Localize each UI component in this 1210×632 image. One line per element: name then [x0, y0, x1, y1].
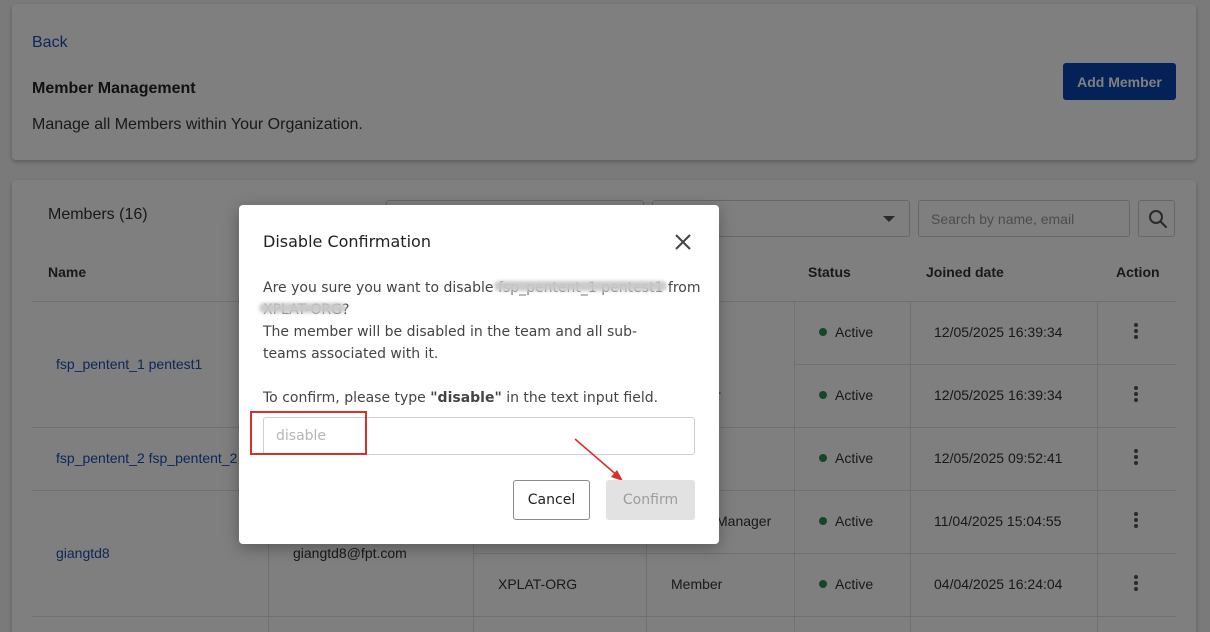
close-button[interactable]: [673, 232, 693, 252]
dialog-title: Disable Confirmation: [263, 232, 431, 251]
instruction-keyword: "disable": [430, 390, 502, 406]
cancel-button[interactable]: Cancel: [513, 480, 590, 520]
dialog-message-line: Are you sure you want to disable fsp_pen…: [263, 277, 700, 299]
arrow-annotation: [574, 438, 623, 481]
annotation-highlight-box: [250, 411, 367, 455]
dialog-message-line: teams associated with it.: [263, 346, 439, 362]
dialog-message-line: XPLAT-ORG?: [263, 299, 349, 321]
redacted-org-name: XPLAT-ORG: [263, 299, 342, 321]
confirm-button[interactable]: Confirm: [606, 480, 695, 520]
disable-confirmation-dialog: Disable Confirmation Are you sure you wa…: [239, 205, 719, 544]
close-icon: [675, 234, 691, 250]
redacted-member-name: fsp_pentent_1 pentest1: [498, 277, 663, 299]
dialog-instruction: To confirm, please type "disable" in the…: [263, 390, 659, 406]
dialog-message-line: The member will be disabled in the team …: [263, 324, 638, 340]
